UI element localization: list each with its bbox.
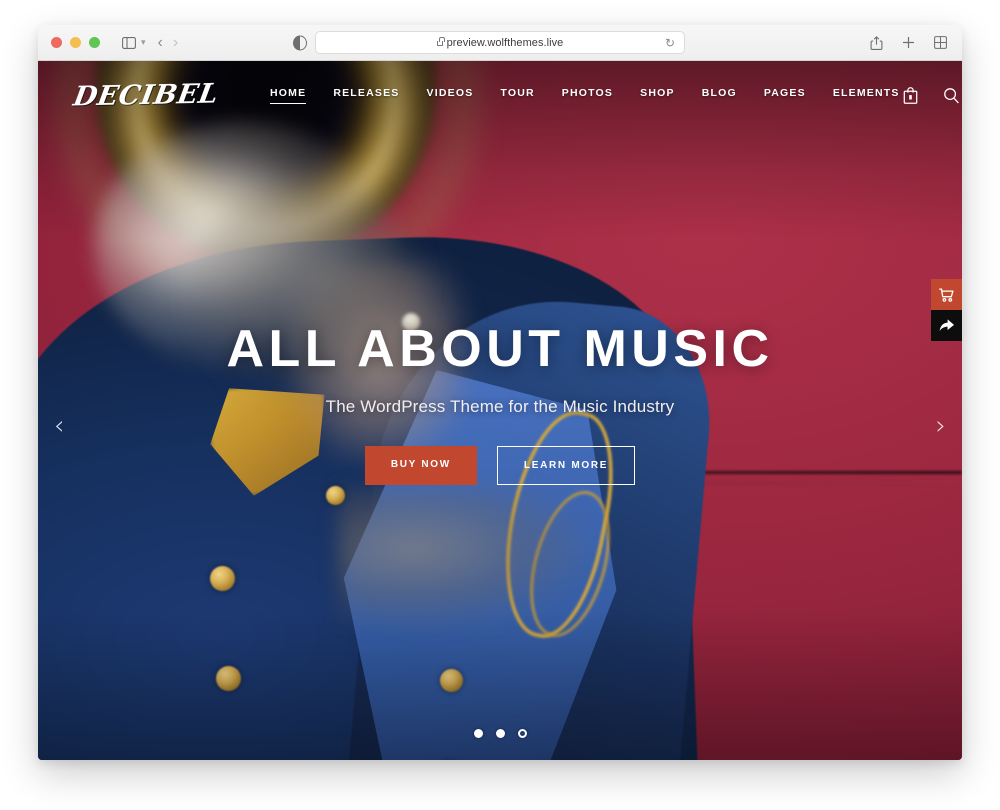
photo-uniform-button xyxy=(210,566,235,591)
menu-item-blog[interactable]: BLOG xyxy=(702,87,737,103)
url-text: preview.wolfthemes.live xyxy=(446,36,564,49)
chevron-down-icon[interactable]: ▾ xyxy=(141,37,146,48)
window-controls xyxy=(51,37,100,48)
forward-arrow-icon[interactable]: › xyxy=(173,34,178,51)
slider-next-arrow[interactable]: › xyxy=(936,413,946,439)
hero-subtitle: The WordPress Theme for the Music Indust… xyxy=(325,397,675,416)
reload-icon[interactable]: ↻ xyxy=(665,37,675,49)
hero-title: ALL ABOUT MUSIC xyxy=(226,320,774,378)
shopping-bag-icon[interactable] xyxy=(900,85,921,106)
main-menu: HOME RELEASES VIDEOS TOUR PHOTOS SHOP BL… xyxy=(270,87,900,104)
search-icon[interactable] xyxy=(941,85,962,106)
hero-buttons: BUY NOW LEARN MORE xyxy=(38,446,962,485)
menu-item-elements[interactable]: ELEMENTS xyxy=(833,87,900,103)
slider-dot-3[interactable] xyxy=(517,729,527,738)
photo-uniform-button xyxy=(326,486,345,505)
browser-window: ▾ ‹ › preview.wolfthemes.live ↻ DECIBEL … xyxy=(38,25,962,760)
floating-side-tabs xyxy=(931,279,962,341)
buy-now-button[interactable]: BUY NOW xyxy=(364,446,477,485)
site-navigation: DECIBEL HOME RELEASES VIDEOS TOUR PHOTOS… xyxy=(38,61,962,129)
slider-dot-2[interactable] xyxy=(495,729,505,738)
toolbar-right-group xyxy=(866,31,950,55)
menu-item-shop[interactable]: SHOP xyxy=(640,87,675,103)
menu-item-videos[interactable]: VIDEOS xyxy=(427,87,474,103)
menu-item-releases[interactable]: RELEASES xyxy=(333,87,399,103)
site-logo[interactable]: DECIBEL xyxy=(71,78,221,112)
menu-item-pages[interactable]: PAGES xyxy=(764,87,806,103)
slider-prev-arrow[interactable]: ‹ xyxy=(54,413,64,439)
plus-icon[interactable] xyxy=(898,31,918,55)
toolbar-left-group: ▾ ‹ › xyxy=(116,31,178,55)
share-icon[interactable] xyxy=(866,31,886,55)
learn-more-button[interactable]: LEARN MORE xyxy=(496,446,636,485)
screenshot-root: ▾ ‹ › preview.wolfthemes.live ↻ DECIBEL … xyxy=(0,0,1000,810)
menu-item-home[interactable]: HOME xyxy=(270,87,307,104)
maximize-window-button[interactable] xyxy=(89,37,100,48)
minimize-window-button[interactable] xyxy=(70,37,81,48)
hero-content: ALL ABOUT MUSIC The WordPress Theme for … xyxy=(38,323,962,485)
menu-item-tour[interactable]: TOUR xyxy=(500,87,534,103)
browser-toolbar: ▾ ‹ › preview.wolfthemes.live ↻ xyxy=(38,25,962,61)
sidebar-toggle-icon[interactable] xyxy=(116,31,142,55)
close-window-button[interactable] xyxy=(51,37,62,48)
back-arrow-icon[interactable]: ‹ xyxy=(158,34,163,51)
photo-valve-cluster xyxy=(338,486,588,626)
history-nav: ‹ › xyxy=(158,34,179,51)
share-tab[interactable] xyxy=(931,310,962,341)
slider-dot-1[interactable] xyxy=(473,729,483,738)
page-viewport: DECIBEL HOME RELEASES VIDEOS TOUR PHOTOS… xyxy=(38,61,962,760)
nav-icon-group xyxy=(900,85,962,106)
cart-tab[interactable] xyxy=(931,279,962,310)
url-content: preview.wolfthemes.live xyxy=(436,36,564,49)
reader-mode-icon[interactable] xyxy=(293,35,307,50)
lock-icon xyxy=(436,37,445,46)
tab-overview-icon[interactable] xyxy=(930,31,950,55)
address-bar[interactable]: preview.wolfthemes.live ↻ xyxy=(315,31,685,54)
slider-pagination xyxy=(38,729,962,738)
menu-item-photos[interactable]: PHOTOS xyxy=(562,87,613,103)
